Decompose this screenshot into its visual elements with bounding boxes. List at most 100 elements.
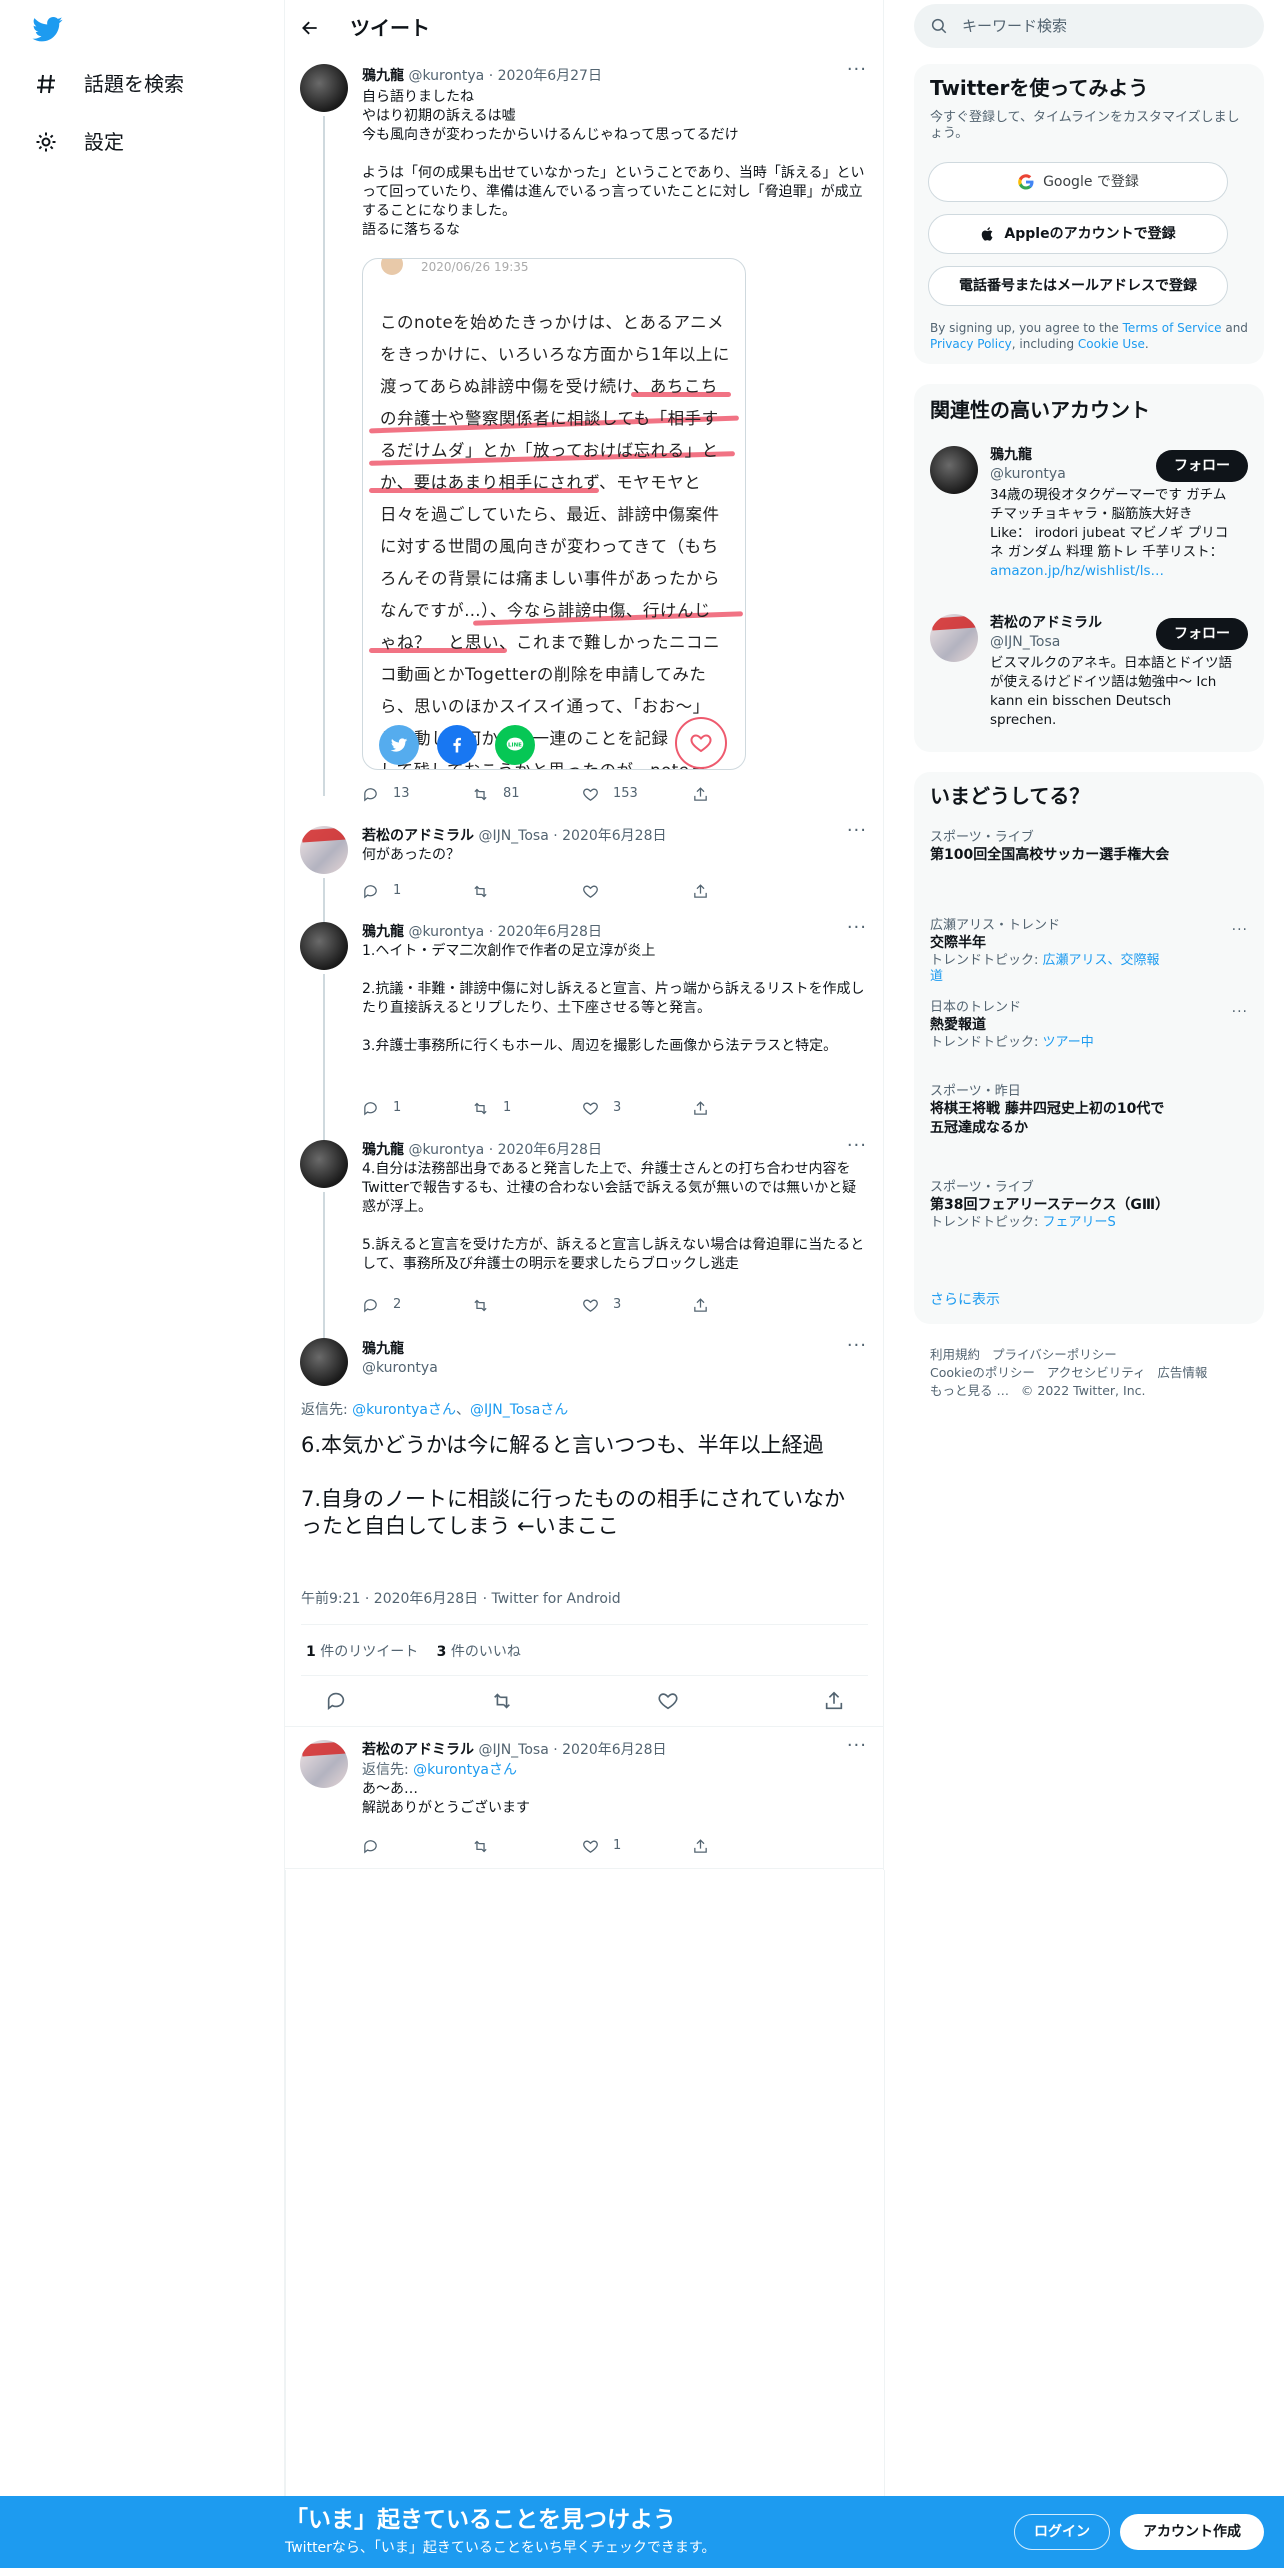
nav-settings[interactable]: 設定 xyxy=(34,130,124,154)
privacy-link[interactable]: Privacy Policy xyxy=(930,337,1012,351)
author-handle[interactable]: @kurontya xyxy=(408,68,484,84)
author-name[interactable]: 鴉九龍 xyxy=(362,68,404,84)
author-name[interactable]: 鴉九龍 xyxy=(362,1142,404,1158)
share-button[interactable] xyxy=(692,1295,802,1315)
more-options-icon[interactable]: ··· xyxy=(1232,920,1248,940)
reply-icon[interactable] xyxy=(325,1690,347,1712)
reply-button[interactable]: 13 xyxy=(362,784,472,804)
reply-to-user[interactable]: @kurontyaさん xyxy=(352,1402,456,1418)
share-button[interactable] xyxy=(692,1098,802,1118)
reply-to-user[interactable]: @kurontyaさん xyxy=(413,1762,517,1778)
retweet-button[interactable] xyxy=(472,1295,582,1315)
share-line-icon[interactable]: LINE xyxy=(495,725,535,765)
retweet-total[interactable]: 1 xyxy=(306,1644,316,1660)
retweet-button[interactable] xyxy=(472,1836,582,1856)
avatar[interactable] xyxy=(300,64,348,112)
signup-button[interactable]: アカウント作成 xyxy=(1120,2514,1264,2550)
like-button[interactable]: 1 xyxy=(582,1836,692,1856)
apple-signup-button[interactable]: Appleのアカウントで登録 xyxy=(928,214,1228,254)
author-handle[interactable]: @kurontya xyxy=(362,1359,438,1378)
reply-button[interactable] xyxy=(362,1836,472,1856)
search-box[interactable]: キーワード検索 xyxy=(914,4,1264,48)
more-options-icon[interactable]: ··· xyxy=(1232,1002,1248,1022)
tweet-date[interactable]: · 2020年6月28日 xyxy=(489,1142,602,1158)
footer-link[interactable]: 広告情報 xyxy=(1157,1365,1207,1380)
reply-button[interactable]: 2 xyxy=(362,1295,472,1315)
retweet-button[interactable] xyxy=(472,881,582,901)
google-signup-button[interactable]: Google で登録 xyxy=(928,162,1228,202)
retweet-button[interactable]: 1 xyxy=(472,1098,582,1118)
avatar[interactable] xyxy=(930,446,978,494)
tweet-date[interactable]: · 2020年6月28日 xyxy=(553,828,666,844)
author-handle[interactable]: @IJN_Tosa xyxy=(478,828,548,844)
heart-icon[interactable] xyxy=(657,1690,679,1712)
follow-button[interactable]: フォロー xyxy=(1156,618,1248,650)
avatar[interactable] xyxy=(300,922,348,970)
reply-button[interactable]: 1 xyxy=(362,1098,472,1118)
retweet-icon[interactable] xyxy=(491,1690,513,1712)
nav-explore[interactable]: 話題を検索 xyxy=(34,72,184,96)
share-twitter-icon[interactable] xyxy=(379,725,419,765)
author-name[interactable]: 鴉九龍 xyxy=(362,924,404,940)
avatar[interactable] xyxy=(300,1140,348,1188)
tweet-date[interactable]: · 2020年6月28日 xyxy=(489,924,602,940)
more-options-icon[interactable]: ··· xyxy=(847,1336,867,1356)
trend-item[interactable]: 広瀬アリス・トレンド 交際半年 トレンドトピック: 広瀬アリス、交際報道 xyxy=(930,918,1170,985)
login-button[interactable]: ログイン xyxy=(1014,2514,1110,2550)
footer-link[interactable]: プライバシーポリシー xyxy=(992,1347,1117,1362)
tos-link[interactable]: Terms of Service xyxy=(1123,321,1222,335)
cookie-link[interactable]: Cookie Use xyxy=(1078,337,1145,351)
like-button[interactable] xyxy=(582,881,692,901)
share-button[interactable] xyxy=(692,881,802,901)
avatar[interactable] xyxy=(300,1338,348,1386)
author-handle[interactable]: @kurontya xyxy=(408,924,484,940)
tweet-date[interactable]: · 2020年6月28日 xyxy=(553,1742,666,1758)
author-name[interactable]: 若松のアドミラル xyxy=(362,1742,474,1758)
author-handle[interactable]: @IJN_Tosa xyxy=(478,1742,548,1758)
share-facebook-icon[interactable] xyxy=(437,725,477,765)
twitter-logo-icon[interactable] xyxy=(30,14,66,44)
share-button[interactable] xyxy=(692,1836,802,1856)
like-button[interactable]: 3 xyxy=(582,1098,692,1118)
retweet-button[interactable]: 81 xyxy=(472,784,582,804)
trend-item[interactable]: スポーツ・ライブ 第100回全国高校サッカー選手権大会 xyxy=(930,830,1170,865)
footer-link[interactable]: アクセシビリティ xyxy=(1047,1365,1146,1380)
more-options-icon[interactable]: ··· xyxy=(847,60,867,80)
author-name[interactable]: 鴉九龍 xyxy=(362,1340,438,1359)
footer-link[interactable]: 利用規約 xyxy=(930,1347,980,1362)
more-options-icon[interactable]: ··· xyxy=(847,1136,867,1156)
like-button[interactable]: 3 xyxy=(582,1295,692,1315)
more-options-icon[interactable]: ··· xyxy=(847,821,867,841)
back-arrow-icon[interactable] xyxy=(300,18,320,38)
reply-to-user[interactable]: @IJN_Tosaさん xyxy=(470,1402,568,1418)
search-input[interactable]: キーワード検索 xyxy=(962,16,1067,36)
avatar[interactable] xyxy=(300,826,348,874)
trend-item[interactable]: 日本のトレンド 熱愛報道 トレンドトピック: ツアー中 xyxy=(930,1000,1170,1051)
more-options-icon[interactable]: ··· xyxy=(847,918,867,938)
trend-topic[interactable]: ツアー中 xyxy=(1043,1035,1094,1050)
avatar[interactable] xyxy=(930,614,978,662)
trend-item[interactable]: スポーツ・昨日 将棋王将戦 藤井四冠史上初の10代で五冠達成なるか xyxy=(930,1084,1170,1138)
note-like-icon[interactable] xyxy=(675,717,727,769)
tweet-date[interactable]: · 2020年6月27日 xyxy=(489,68,602,84)
author-name[interactable]: 若松のアドミラル xyxy=(362,828,474,844)
author-handle[interactable]: @kurontya xyxy=(408,1142,484,1158)
footer-link[interactable]: もっと見る … xyxy=(930,1383,1009,1398)
tweet-timestamp[interactable]: 午前9:21 · 2020年6月28日 · Twitter for Androi… xyxy=(301,1589,621,1609)
like-total-label[interactable]: 件のいいね xyxy=(451,1644,521,1660)
footer-link[interactable]: Cookieのポリシー xyxy=(930,1365,1035,1380)
account-link[interactable]: amazon.jp/hz/wishlist/ls… xyxy=(990,562,1235,581)
like-button[interactable]: 153 xyxy=(582,784,692,804)
share-icon[interactable] xyxy=(823,1690,845,1712)
show-more-link[interactable]: さらに表示 xyxy=(930,1290,1000,1310)
follow-button[interactable]: フォロー xyxy=(1156,450,1248,482)
main-tweet-author[interactable]: 鴉九龍 @kurontya xyxy=(362,1340,438,1378)
avatar[interactable] xyxy=(300,1740,348,1788)
tweet-media[interactable]: 2020/06/26 19:35 このnoteを始めたきっかけは、とあるアニメ … xyxy=(362,258,746,770)
retweet-total-label[interactable]: 件のリツイート xyxy=(320,1644,418,1660)
share-button[interactable] xyxy=(692,784,802,804)
like-total[interactable]: 3 xyxy=(437,1644,447,1660)
more-options-icon[interactable]: ··· xyxy=(847,1736,867,1756)
trend-item[interactable]: スポーツ・ライブ 第38回フェアリーステークス（GⅢ） トレンドトピック: フェ… xyxy=(930,1180,1170,1231)
phone-email-signup-button[interactable]: 電話番号またはメールアドレスで登録 xyxy=(928,266,1228,306)
